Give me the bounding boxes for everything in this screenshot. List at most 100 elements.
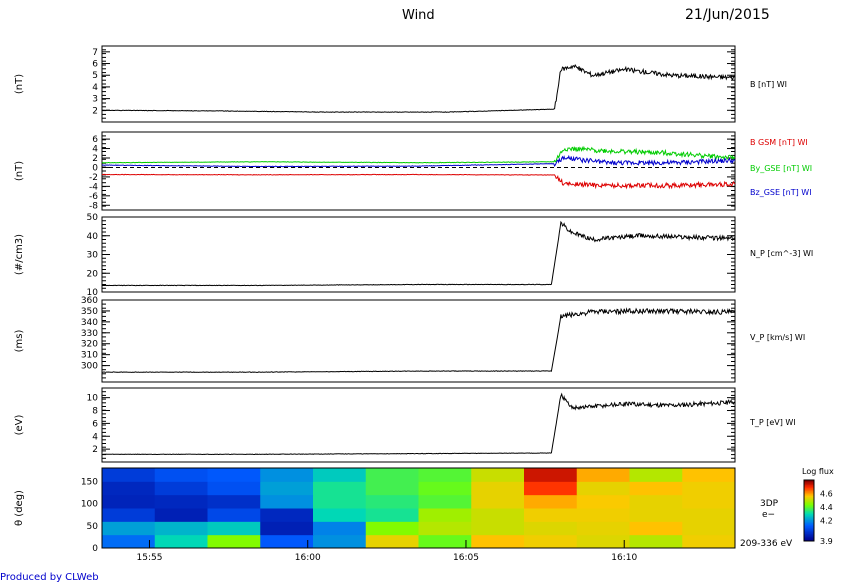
heatmap-cell — [102, 468, 156, 482]
heatmap-cell — [576, 508, 630, 522]
mission-title: Wind — [402, 8, 435, 23]
heatmap-cell — [418, 508, 472, 522]
series-label: By_GSE [nT] WI — [750, 164, 812, 173]
heatmap-cell — [313, 494, 367, 509]
panel-frame — [101, 216, 736, 293]
y-tick-label: -6 — [89, 192, 98, 202]
credit-footer: Produced by CLWeb — [0, 572, 99, 583]
heatmap-cell — [524, 534, 578, 549]
heatmap-cell — [682, 481, 736, 496]
y-tick-label: -8 — [89, 201, 98, 211]
heatmap-cell — [207, 468, 261, 482]
heatmap-cell — [154, 468, 208, 482]
heatmap-cell — [365, 534, 419, 549]
series-line — [102, 307, 736, 373]
y-tick-label: 10 — [87, 394, 99, 404]
colorbar-tick-label: 4.6 — [820, 490, 833, 499]
heatmap-cell — [524, 468, 578, 482]
heatmap-cell — [418, 481, 472, 496]
heatmap-cell — [682, 521, 736, 536]
energy-range-label: 209-336 eV — [740, 539, 793, 549]
y-tick-label: 6 — [92, 419, 98, 429]
heatmap-cell — [576, 468, 630, 482]
series-label: N_P [cm^-3] WI — [750, 249, 813, 258]
heatmap-cell — [102, 494, 156, 509]
y-tick-label: 5 — [92, 71, 98, 81]
panel-frame — [101, 299, 736, 383]
heatmap-cell — [524, 508, 578, 522]
colorbar-title: Log flux — [802, 467, 834, 476]
chart-canvas: 234567(nT) B [nT] WI-8-6-4-20246(nT)B GSM… — [14, 45, 834, 563]
heatmap-cell — [313, 508, 367, 522]
heatmap-cell — [576, 521, 630, 536]
heatmap-cell — [365, 494, 419, 509]
heatmap-cell — [260, 481, 314, 496]
series-line — [102, 64, 736, 113]
x-tick-label: 16:10 — [611, 553, 637, 563]
heatmap-cell — [682, 494, 736, 509]
instrument-label: 3DP — [760, 499, 779, 509]
heatmap-cell — [154, 521, 208, 536]
series-line — [101, 173, 736, 190]
y-tick-label: 150 — [81, 477, 98, 487]
y-tick-label: 2 — [92, 154, 98, 164]
colorbar-tick-label: 3.9 — [820, 537, 833, 546]
series-line — [101, 154, 736, 168]
y-tick-label: 0 — [92, 163, 98, 173]
heatmap-cell — [418, 534, 472, 549]
heatmap-cell — [207, 481, 261, 496]
series-label: V_P [km/s] WI — [750, 333, 805, 342]
y-tick-label: -2 — [89, 173, 98, 183]
heatmap-cell — [576, 494, 630, 509]
heatmap-cell — [260, 468, 314, 482]
y-tick-label: 2 — [92, 106, 98, 116]
heatmap-cell — [365, 521, 419, 536]
heatmap-cell — [418, 521, 472, 536]
heatmap-cell — [154, 494, 208, 509]
heatmap-cell — [313, 468, 367, 482]
colorbar-tick-label: 4.2 — [820, 517, 833, 526]
heatmap-cell — [313, 534, 367, 549]
heatmap-cell — [102, 521, 156, 536]
heatmap-cell — [629, 481, 683, 496]
heatmap-cell — [471, 481, 525, 496]
heatmap-cell — [260, 521, 314, 536]
heatmap-cell — [524, 521, 578, 536]
y-axis-label: (nT) — [14, 161, 25, 181]
series-line — [101, 145, 736, 164]
y-axis-label: (ms) — [14, 330, 25, 353]
heatmap-cell — [207, 508, 261, 522]
heatmap-cell — [629, 534, 683, 549]
panel-frame — [101, 131, 736, 211]
y-tick-label: 340 — [81, 318, 98, 328]
x-tick-label: 16:00 — [295, 553, 321, 563]
y-axis-label: (eV) — [14, 415, 25, 436]
y-tick-label: 4 — [92, 83, 98, 93]
date-label: 21/Jun/2015 — [685, 7, 770, 23]
y-tick-label: 330 — [81, 329, 98, 339]
colorbar-tick-label: 4.4 — [820, 503, 833, 512]
y-tick-label: 2 — [92, 445, 98, 455]
y-tick-label: 4 — [92, 145, 98, 155]
heatmap-cell — [629, 494, 683, 509]
y-axis-label: (nT) — [14, 74, 25, 94]
series-label: B [nT] WI — [750, 80, 787, 89]
y-tick-label: 30 — [87, 251, 99, 261]
heatmap-cell — [154, 534, 208, 549]
heatmap-cell — [471, 508, 525, 522]
y-tick-label: 360 — [81, 296, 98, 306]
heatmap-cell — [576, 481, 630, 496]
heatmap-cell — [154, 508, 208, 522]
heatmap-cell — [260, 508, 314, 522]
y-tick-label: 3 — [92, 95, 98, 105]
heatmap-cell — [365, 508, 419, 522]
heatmap-cell — [629, 521, 683, 536]
heatmap-cell — [260, 534, 314, 549]
y-axis-label: θ (deg) — [14, 490, 25, 526]
panel-frame — [101, 387, 736, 463]
series-line — [101, 220, 736, 287]
heatmap-cell — [576, 534, 630, 549]
y-tick-label: 6 — [92, 60, 98, 70]
heatmap-cell — [102, 534, 156, 549]
heatmap-cell — [629, 508, 683, 522]
